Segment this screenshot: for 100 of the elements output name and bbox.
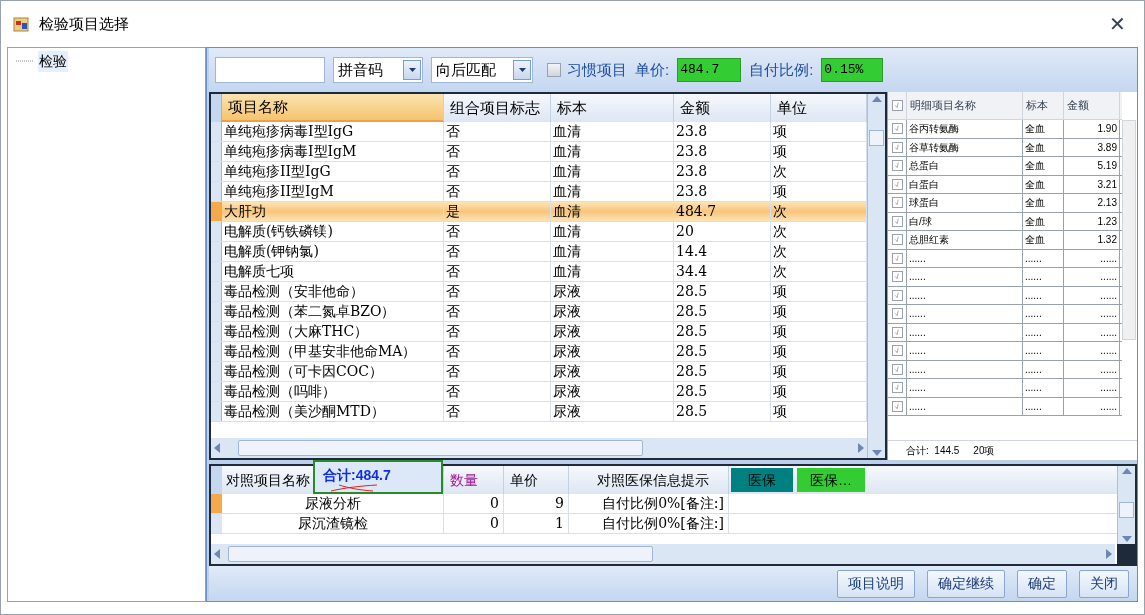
checkbox[interactable] [891,252,903,264]
table-cell: ...... [1023,342,1064,360]
table-row[interactable]: 毒品检测（美沙酮MTD） 否 尿液 28.5 项 [211,402,867,422]
checkbox[interactable] [891,345,903,357]
table-row[interactable]: 大肝功 是 血清 484.7 次 [211,202,867,222]
column-header[interactable]: 标本 [551,94,674,122]
table-row[interactable]: 毒品检测（大麻THC） 否 尿液 28.5 项 [211,322,867,342]
table-cell: 尿液 [551,342,674,361]
table-cell: 球蛋白 [907,194,1023,212]
horizontal-scrollbar[interactable] [211,438,867,458]
table-row[interactable]: 单纯疱疹II型IgG 否 血清 23.8 次 [211,162,867,182]
checkbox-label[interactable]: 习惯项目 [567,58,627,82]
scroll-thumb[interactable] [869,130,884,146]
table-row[interactable]: 电解质(钾钠氯) 否 血清 14.4 次 [211,242,867,262]
table-row[interactable]: 单纯疱疹病毒I型IgM 否 血清 23.8 项 [211,142,867,162]
column-header[interactable]: 数量 [444,466,504,494]
checkbox[interactable] [891,197,903,209]
table-cell: 单纯疱疹病毒I型IgM [222,142,444,161]
dialog-button[interactable]: 关闭 [1079,569,1129,598]
table-cell: 否 [444,362,551,381]
table-cell: 484.7 [674,202,771,221]
scroll-up-icon [1121,468,1132,474]
table-cell: 自付比例0%[备注:] [569,494,729,513]
table-cell: 电解质七项 [222,262,444,281]
checkbox[interactable] [891,289,903,301]
column-header[interactable]: 单位 [771,94,867,122]
search-field[interactable] [215,57,325,83]
column-header[interactable]: 单价 [504,466,569,494]
table-cell: 否 [444,302,551,321]
checkbox[interactable] [891,160,903,172]
dialog-button[interactable]: 确定继续 [927,569,1005,598]
table-cell: ...... [1064,286,1120,304]
checkbox[interactable] [891,271,903,283]
table-cell: 23.8 [674,122,771,141]
dialog-button[interactable]: 项目说明 [837,569,915,598]
table-row[interactable]: 电解质七项 否 血清 34.4 次 [211,262,867,282]
table-cell: 0 [444,514,504,533]
checkbox[interactable] [891,100,903,111]
table-row[interactable]: 单纯疱疹II型IgM 否 血清 23.8 项 [211,182,867,202]
scribble-drawing [329,484,379,492]
table-cell: 血清 [551,142,674,161]
combo-value: 拼音码 [338,59,384,80]
table-row[interactable]: 单纯疱疹病毒I型IgG 否 血清 23.8 项 [211,122,867,142]
table-row[interactable]: 毒品检测（可卡因COC） 否 尿液 28.5 项 [211,362,867,382]
checkbox[interactable] [891,382,903,394]
table-row[interactable]: 毒品检测（甲基安非他命MA） 否 尿液 28.5 项 [211,342,867,362]
table-cell: ...... [1023,360,1064,378]
table-cell: 否 [444,162,551,181]
table-row[interactable]: 毒品检测（苯二氮卓BZO） 否 尿液 28.5 项 [211,302,867,322]
table-cell: 毒品检测（美沙酮MTD） [222,402,444,421]
horizontal-scrollbar[interactable] [211,544,1115,564]
vertical-scrollbar[interactable] [1122,120,1136,340]
scroll-thumb[interactable] [1119,502,1134,518]
table-cell: 28.5 [674,282,771,301]
checkbox[interactable] [891,178,903,190]
table-cell: 尿液 [551,362,674,381]
table-row[interactable]: 毒品检测（吗啡） 否 尿液 28.5 项 [211,382,867,402]
checkbox[interactable] [891,123,903,135]
checkmark-icon [893,236,901,244]
tree-item[interactable]: 检验 [38,50,68,72]
column-header[interactable]: 标本 [1023,92,1064,119]
table-cell: 毒品检测（甲基安非他命MA） [222,342,444,361]
table-cell: ...... [1064,360,1120,378]
column-header[interactable]: 金额 [1064,92,1120,119]
table-cell: 全血 [1023,231,1064,249]
table-row[interactable]: 毒品检测（安非他命） 否 尿液 28.5 项 [211,282,867,302]
table-cell: ...... [1023,249,1064,267]
dialog-button[interactable]: 确定 [1017,569,1067,598]
match-dropdown[interactable]: 向后匹配 [431,57,533,83]
vertical-scrollbar[interactable] [867,94,885,458]
checkbox[interactable] [891,326,903,338]
checkbox[interactable] [891,215,903,227]
row-header [211,382,222,401]
scroll-thumb[interactable] [238,440,643,456]
table-cell: ...... [1064,397,1120,415]
table-cell: 23.8 [674,142,771,161]
table-cell: 1.23 [1064,212,1120,230]
checkbox[interactable] [547,63,561,77]
pinyin-dropdown[interactable]: 拼音码 [333,57,423,83]
column-header[interactable]: 金额 [674,94,771,122]
table-row[interactable]: 电解质(钙铁磷镁) 否 血清 20 次 [211,222,867,242]
table-cell: 血清 [551,182,674,201]
insurance-button[interactable]: 医保 [731,468,793,492]
vertical-scrollbar[interactable] [1117,466,1135,544]
table-cell: 全血 [1023,175,1064,193]
checkbox[interactable] [891,363,903,375]
column-header[interactable]: 组合项目标志 [444,94,551,122]
column-header[interactable]: 项目名称 [222,94,444,122]
checkbox[interactable] [891,141,903,153]
checkbox[interactable] [891,234,903,246]
table-cell: 尿液 [551,302,674,321]
column-header[interactable]: 明细项目名称 [907,92,1023,119]
checkbox[interactable] [891,400,903,412]
table-cell: 自付比例0%[备注:] [569,514,729,533]
scroll-thumb[interactable] [228,546,653,562]
checkbox[interactable] [891,308,903,320]
insurance-button[interactable]: 医保… [797,468,865,492]
table-cell: 血清 [551,122,674,141]
close-button[interactable]: ✕ [1102,9,1132,39]
column-header[interactable]: 对照医保信息提示 [569,466,729,494]
